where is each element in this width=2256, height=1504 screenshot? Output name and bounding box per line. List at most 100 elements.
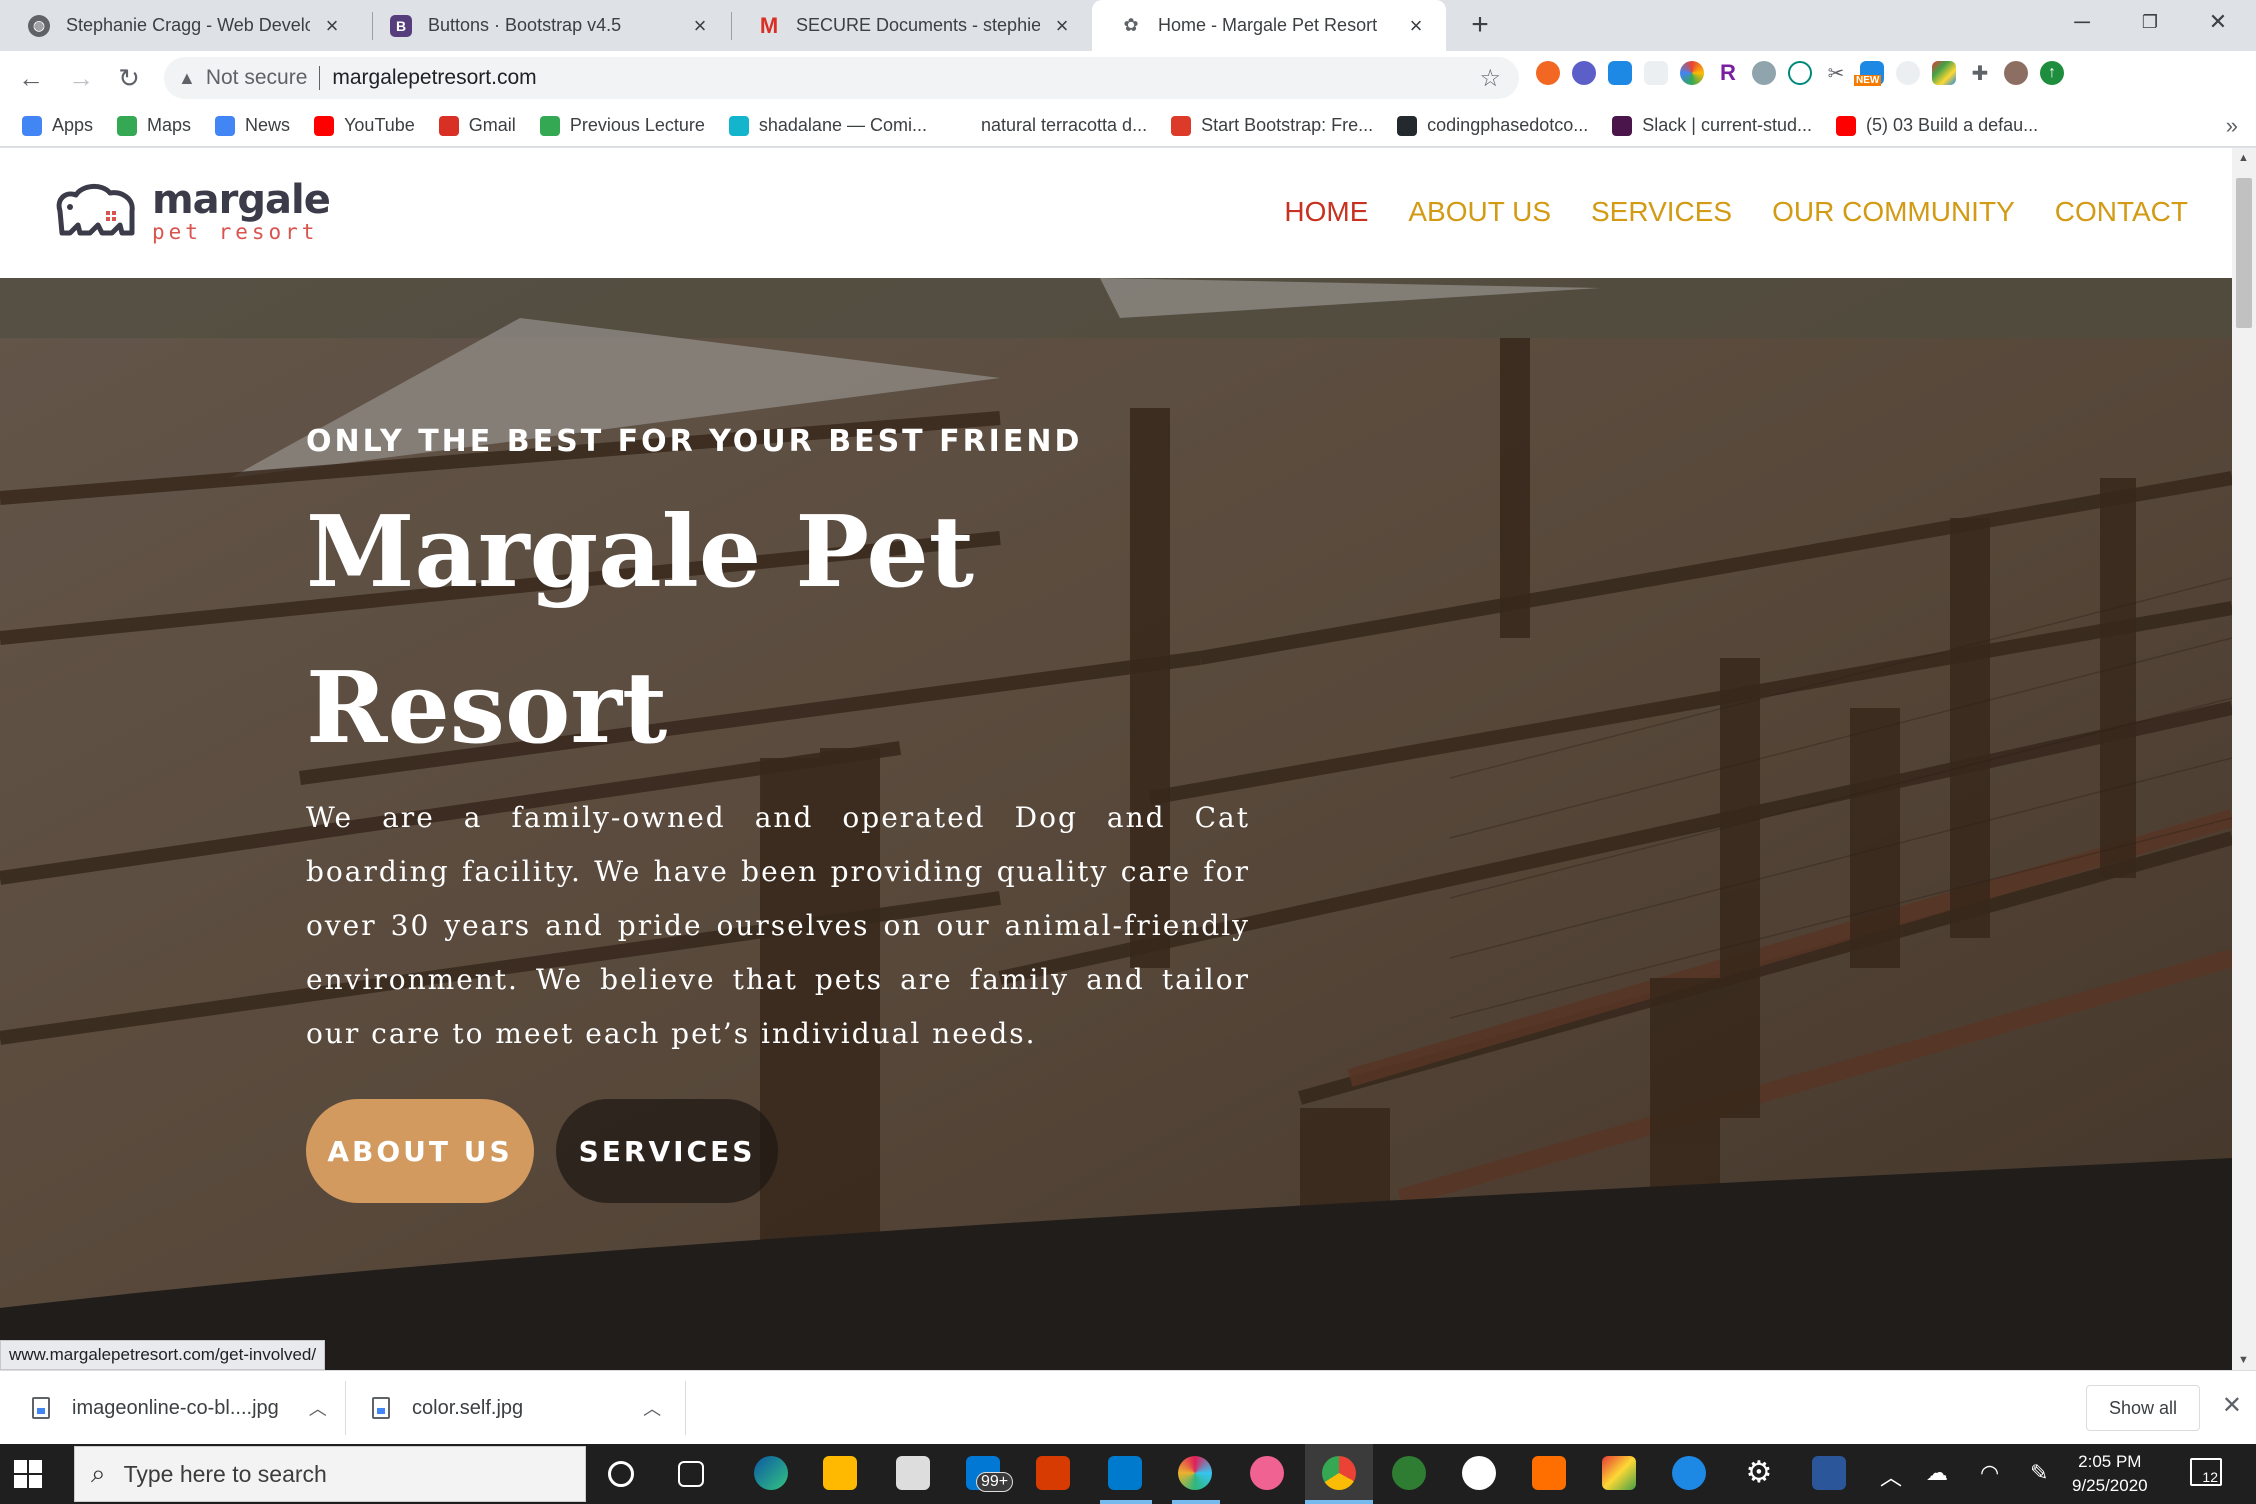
chevron-up-icon[interactable]: ︿: [1880, 1460, 1902, 1492]
extension-icon[interactable]: [1752, 61, 1776, 85]
tab-secure-documents[interactable]: M SECURE Documents - stephieplu ×: [730, 0, 1092, 51]
bookmark-item[interactable]: Start Bootstrap: Fre...: [1171, 115, 1373, 136]
extension-icon[interactable]: [1932, 61, 1956, 85]
bookmark-label: Previous Lecture: [569, 115, 705, 135]
bookmark-item[interactable]: (5) 03 Build a defau...: [1836, 115, 2038, 136]
extension-icon[interactable]: [1536, 61, 1560, 85]
back-button[interactable]: ←: [12, 59, 50, 97]
extension-icon[interactable]: [1680, 61, 1704, 85]
show-all-downloads-button[interactable]: Show all: [2085, 1385, 2200, 1431]
logo-tagline: pet resort: [152, 220, 319, 244]
services-button[interactable]: SERVICES: [556, 1099, 778, 1203]
notification-center-icon[interactable]: 12: [2190, 1458, 2222, 1486]
windows-taskbar: ⌕ Type here to search 99+ ⚙ ︿ ☁ ◠ ✎ 2:05…: [0, 1444, 2256, 1504]
minimize-button[interactable]: ─: [2048, 0, 2116, 44]
vscode-icon[interactable]: [1108, 1456, 1142, 1490]
puzzle-icon[interactable]: ✚: [1968, 61, 1992, 85]
bookmark-item[interactable]: Maps: [117, 115, 191, 136]
download-item[interactable]: color.self.jpg ︿: [372, 1383, 661, 1433]
bookmark-item[interactable]: YouTube: [314, 115, 415, 136]
wifi-icon[interactable]: ◠: [1980, 1460, 1999, 1486]
scrollbar-thumb[interactable]: [2236, 178, 2252, 328]
reload-button[interactable]: ↻: [110, 59, 148, 97]
forward-button[interactable]: →: [62, 59, 100, 97]
bookmark-item[interactable]: codingphasedotco...: [1397, 115, 1588, 136]
avatar[interactable]: [2004, 61, 2028, 85]
bookmark-item[interactable]: Apps: [22, 115, 93, 136]
taskbar-search[interactable]: ⌕ Type here to search: [74, 1446, 586, 1502]
extension-icon[interactable]: [1572, 61, 1596, 85]
warning-icon: ▲: [178, 67, 196, 88]
nav-our-community[interactable]: OUR COMMUNITY: [1772, 196, 2015, 228]
bookmark-item[interactable]: Slack | current-stud...: [1612, 115, 1812, 136]
onedrive-icon[interactable]: ☁: [1926, 1460, 1948, 1486]
bookmark-item[interactable]: News: [215, 115, 290, 136]
ie-icon[interactable]: [1672, 1456, 1706, 1490]
bookmark-label: Slack | current-stud...: [1642, 115, 1813, 135]
chrome-icon[interactable]: [1322, 1456, 1356, 1490]
office-icon[interactable]: [1036, 1456, 1070, 1490]
maps-app-icon[interactable]: [1392, 1456, 1426, 1490]
paint-icon[interactable]: [1250, 1456, 1284, 1490]
bookmarks-overflow-icon[interactable]: »: [2226, 113, 2238, 139]
chat-extension-icon[interactable]: [1788, 61, 1812, 85]
scroll-up-icon[interactable]: ▲: [2238, 152, 2249, 164]
scissors-icon[interactable]: ✂: [1824, 61, 1848, 85]
extension-icon[interactable]: R: [1716, 61, 1740, 85]
app-icon[interactable]: [1532, 1456, 1566, 1490]
tab-stephanie-cragg[interactable]: ◍ Stephanie Cragg - Web Develope ×: [0, 0, 362, 51]
slack-icon[interactable]: [1178, 1456, 1212, 1490]
task-view-icon[interactable]: [678, 1461, 704, 1487]
scroll-down-icon[interactable]: ▼: [2238, 1354, 2249, 1366]
nav-services[interactable]: SERVICES: [1591, 196, 1732, 228]
address-bar[interactable]: ▲ Not secure margalepetresort.com ☆: [164, 57, 1519, 99]
bookmark-item[interactable]: natural terracotta d...: [950, 115, 1147, 136]
about-us-button[interactable]: ABOUT US: [306, 1099, 534, 1203]
restore-button[interactable]: ❐: [2116, 0, 2184, 44]
pen-icon[interactable]: ✎: [2030, 1460, 2048, 1486]
tab-bootstrap-buttons[interactable]: B Buttons · Bootstrap v4.5 ×: [362, 0, 730, 51]
update-icon[interactable]: ↑: [2040, 61, 2064, 85]
chevron-up-icon[interactable]: ︿: [309, 1395, 327, 1421]
download-filename: imageonline-co-bl....jpg: [72, 1396, 279, 1419]
nav-about-us[interactable]: ABOUT US: [1408, 196, 1551, 228]
gmail-icon: M: [759, 12, 779, 38]
site-logo[interactable]: margale pet resort: [52, 180, 331, 244]
settings-gear-icon[interactable]: ⚙: [1742, 1456, 1776, 1490]
bookmark-item[interactable]: shadalane — Comi...: [728, 115, 927, 136]
extension-icon[interactable]: NEW: [1854, 61, 1884, 86]
bookmark-item[interactable]: Previous Lecture: [539, 115, 705, 136]
hero-description: We are a family-owned and operated Dog a…: [306, 801, 1250, 1050]
extension-icon[interactable]: [1896, 61, 1920, 85]
tab-margale-home[interactable]: ✿ Home - Margale Pet Resort ×: [1092, 0, 1446, 51]
close-icon[interactable]: ×: [320, 13, 344, 39]
bookmark-label: codingphasedotco...: [1427, 115, 1589, 135]
close-icon[interactable]: ×: [688, 13, 712, 39]
close-icon[interactable]: ×: [1050, 13, 1074, 39]
nav-home[interactable]: HOME: [1284, 196, 1368, 228]
mail-badge: 99+: [976, 1472, 1014, 1492]
cortana-icon[interactable]: [608, 1461, 634, 1487]
taskbar-clock[interactable]: 2:05 PM 9/25/2020: [2072, 1450, 2148, 1498]
extension-icon[interactable]: [1608, 61, 1632, 85]
download-item[interactable]: imageonline-co-bl....jpg ︿: [32, 1383, 327, 1433]
close-icon[interactable]: ×: [1404, 13, 1428, 39]
bookmark-star-icon[interactable]: ☆: [1479, 64, 1501, 93]
close-icon[interactable]: ✕: [2222, 1391, 2242, 1420]
app-icon[interactable]: [1462, 1456, 1496, 1490]
nav-contact[interactable]: CONTACT: [2055, 196, 2188, 228]
chevron-up-icon[interactable]: ︿: [643, 1395, 661, 1421]
bookmark-item[interactable]: Gmail: [438, 115, 516, 136]
image-file-icon: [372, 1397, 390, 1419]
store-icon[interactable]: [896, 1456, 930, 1490]
windows-start-icon[interactable]: [14, 1460, 42, 1488]
window-close-button[interactable]: ✕: [2184, 0, 2252, 44]
file-explorer-icon[interactable]: [823, 1456, 857, 1490]
app-icon[interactable]: [1602, 1456, 1636, 1490]
paw-icon: ✿: [1123, 15, 1139, 35]
new-tab-button[interactable]: +: [1462, 8, 1498, 44]
edge-icon[interactable]: [754, 1456, 788, 1490]
photos-icon[interactable]: [1812, 1456, 1846, 1490]
page-scrollbar[interactable]: ▲ ▼: [2232, 148, 2256, 1370]
extension-icon[interactable]: [1644, 61, 1668, 85]
